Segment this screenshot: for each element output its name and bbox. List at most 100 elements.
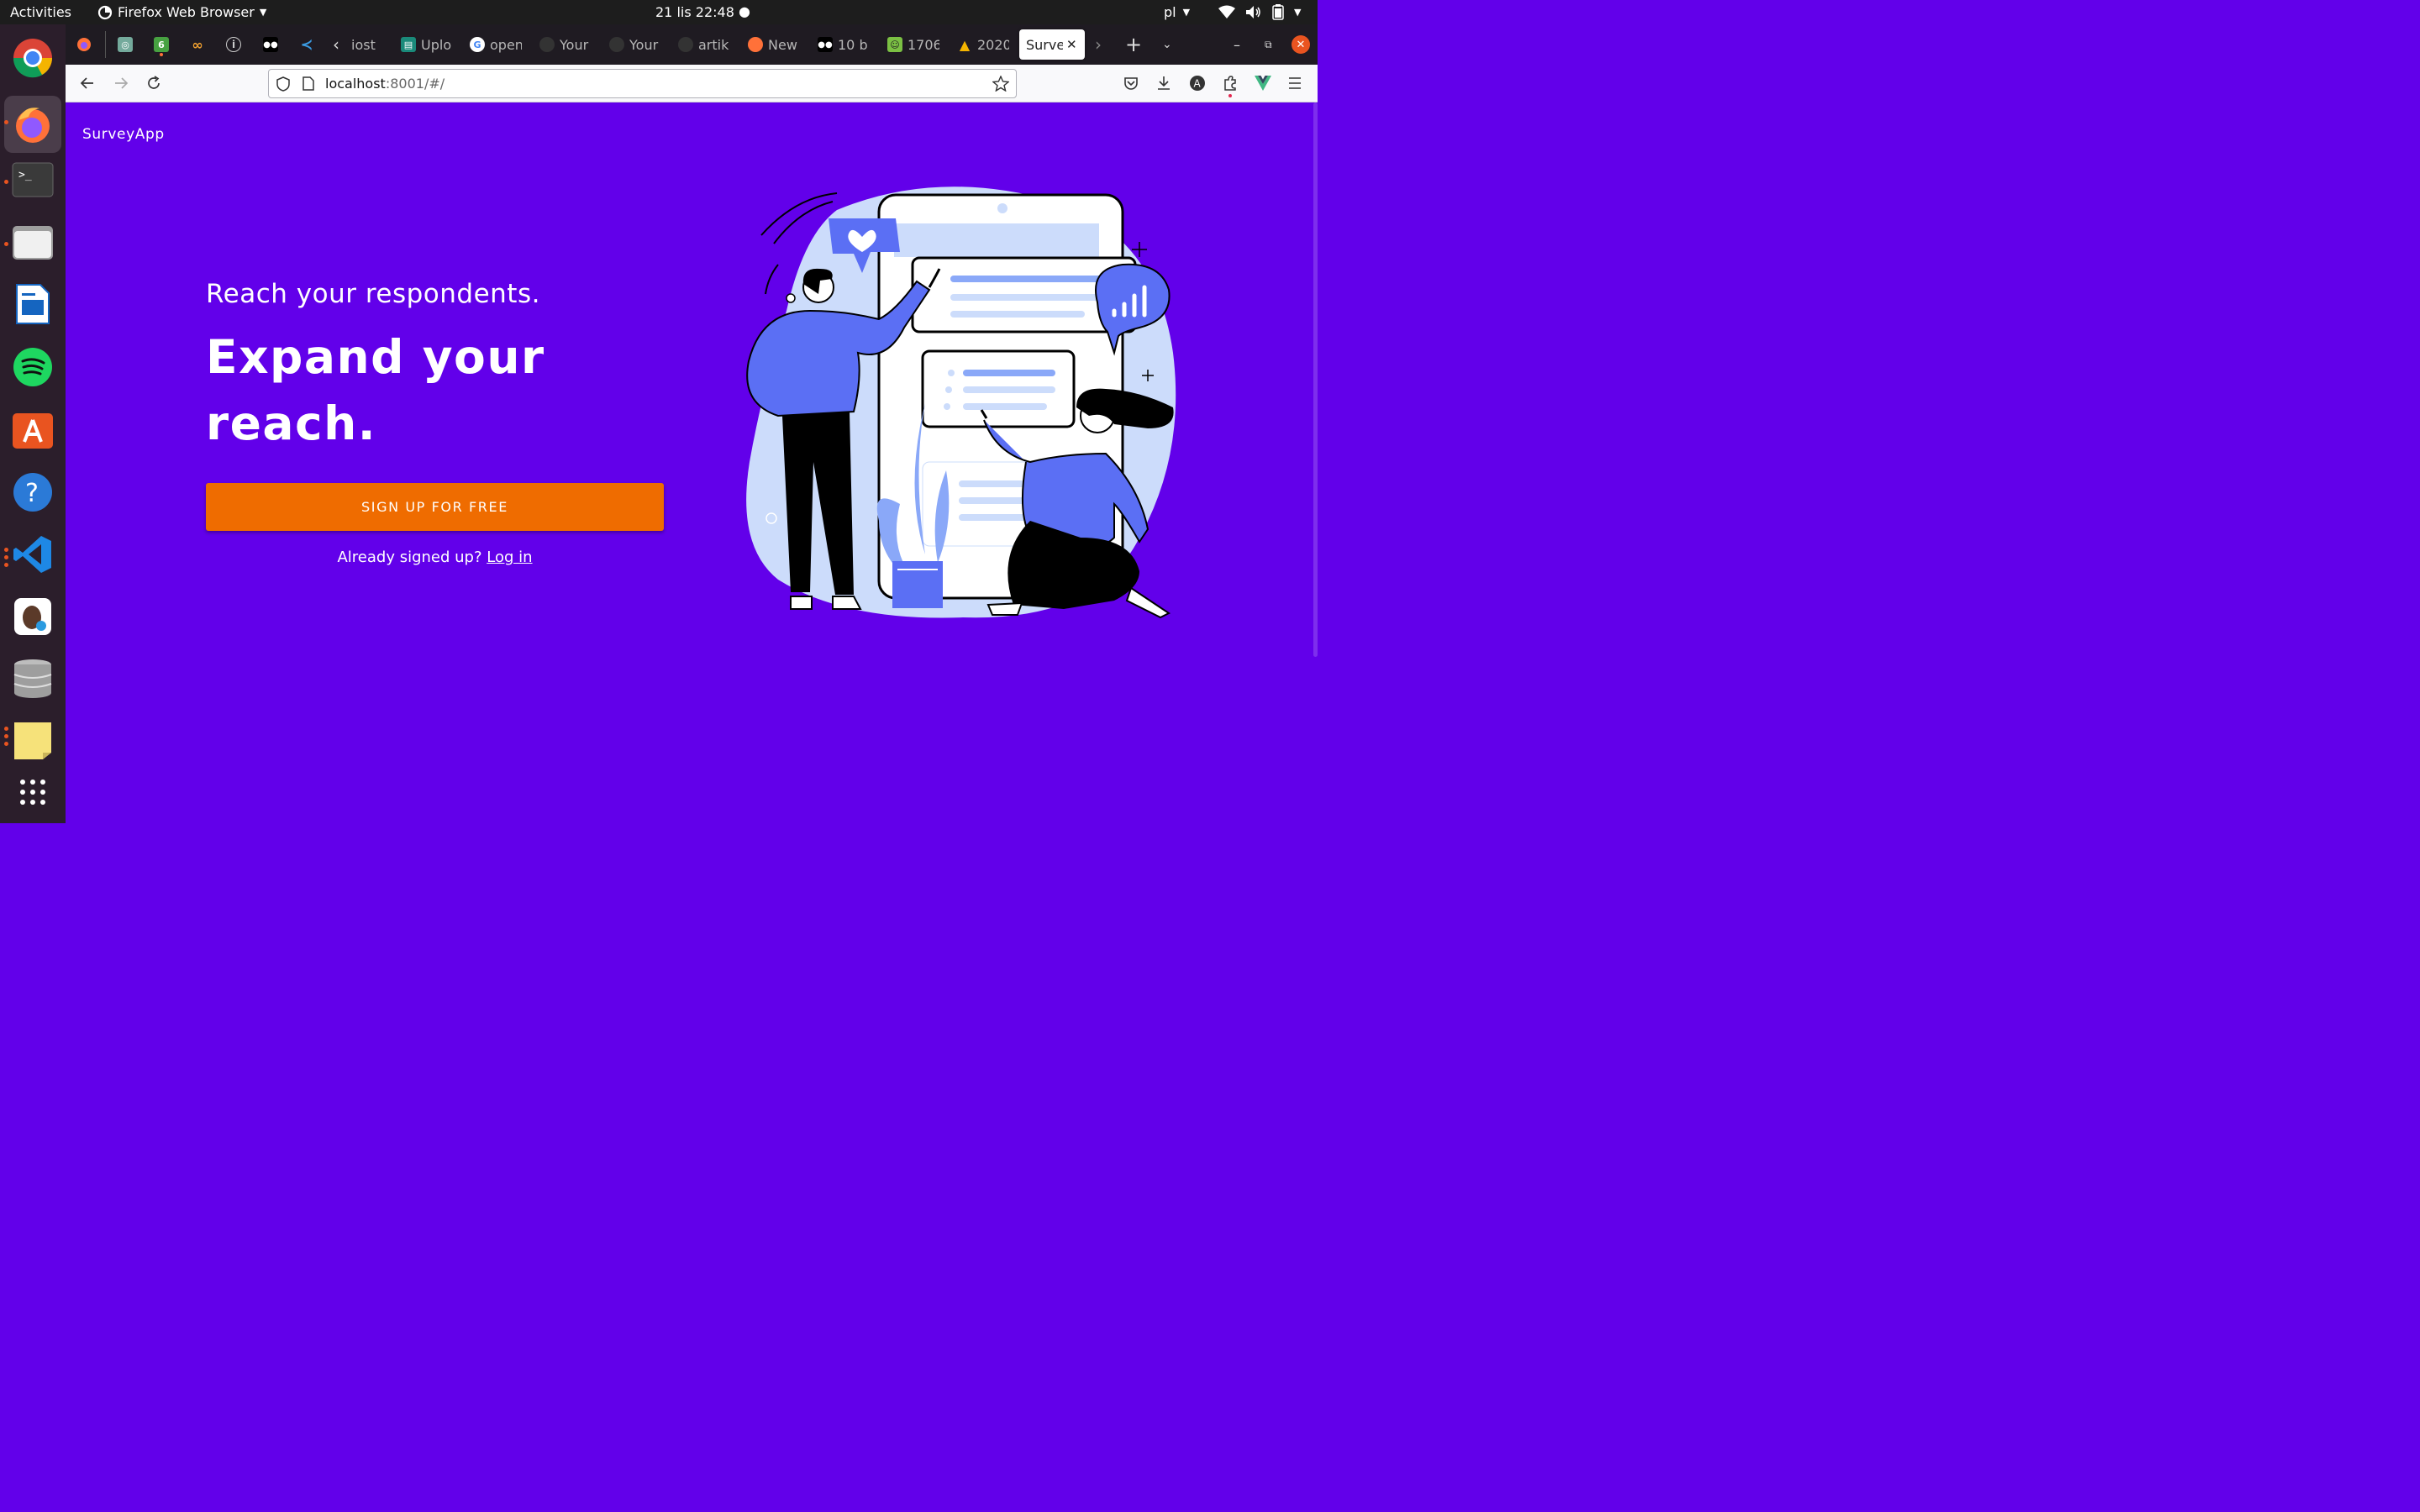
- pinned-tab-vscode[interactable]: ≺: [299, 29, 319, 60]
- reload-icon: [148, 76, 160, 89]
- arrow-right-icon: [115, 77, 129, 89]
- firefox-icon[interactable]: [4, 96, 61, 153]
- back-button[interactable]: [77, 73, 97, 93]
- pocket-button[interactable]: [1121, 73, 1141, 93]
- downloads-button[interactable]: [1154, 73, 1174, 93]
- vue-devtools-button[interactable]: [1253, 73, 1273, 93]
- writer-icon[interactable]: [12, 283, 54, 325]
- tab-7[interactable]: ●● 10 b: [818, 29, 870, 60]
- scroll-tabs-left-button[interactable]: ‹: [333, 29, 339, 60]
- sign-up-button[interactable]: SIGN UP FOR FREE: [206, 483, 664, 531]
- minimize-button[interactable]: –: [1234, 29, 1240, 60]
- github-icon: [678, 37, 693, 52]
- scrollbar[interactable]: [1313, 102, 1318, 657]
- reload-button[interactable]: [144, 73, 164, 93]
- pinned-tab-medium[interactable]: ●●: [263, 29, 283, 60]
- star-icon[interactable]: [992, 76, 1009, 92]
- wifi-icon[interactable]: [1218, 5, 1235, 19]
- forward-button[interactable]: [111, 73, 131, 93]
- extensions-button[interactable]: [1220, 73, 1240, 93]
- running-indicator: [4, 563, 8, 567]
- clock[interactable]: 21 lis 22:48: [655, 4, 734, 20]
- pinned-tab-info[interactable]: i: [226, 29, 246, 60]
- plus-icon: +: [1125, 33, 1143, 56]
- notes-icon[interactable]: [12, 720, 54, 762]
- hero-headline: Expand your reach.: [206, 330, 545, 450]
- app-menu-button[interactable]: [1285, 73, 1305, 93]
- chevron-left-icon: ‹: [333, 34, 339, 55]
- firefox-view-button[interactable]: [76, 29, 92, 60]
- system-top-bar: Activities Firefox Web Browser ▼ 21 lis …: [0, 0, 1318, 24]
- spotify-icon[interactable]: [12, 346, 54, 388]
- tab-6[interactable]: New: [748, 29, 800, 60]
- language-label: pl: [1164, 4, 1176, 20]
- infinity-icon: ∞: [192, 36, 203, 53]
- vue-icon: [1255, 76, 1271, 91]
- brand-logo[interactable]: SurveyApp: [82, 126, 165, 143]
- pinned-tab-chatgpt[interactable]: ◎: [118, 29, 138, 60]
- chevron-right-icon: ›: [1095, 34, 1102, 55]
- tab-label: 1706: [908, 36, 939, 53]
- running-indicator: [4, 727, 8, 731]
- tab-2[interactable]: Gopen: [470, 29, 522, 60]
- dbeaver-icon[interactable]: [12, 596, 54, 638]
- tab-active[interactable]: Surve ✕: [1019, 29, 1085, 60]
- page-icon[interactable]: [302, 76, 314, 91]
- app-center-icon[interactable]: [12, 408, 54, 450]
- tab-label: Your: [560, 36, 589, 53]
- close-tab-icon[interactable]: ✕: [1066, 37, 1077, 52]
- google-icon: G: [470, 37, 485, 52]
- vscode-tab-icon: ≺: [300, 35, 313, 54]
- url-text[interactable]: localhost:8001/#/: [325, 76, 445, 92]
- account-button[interactable]: A: [1187, 73, 1207, 93]
- maximize-button[interactable]: ⧉: [1265, 29, 1272, 60]
- page-content: SurveyApp Reach your respondents. Expand…: [66, 102, 1318, 823]
- list-all-tabs-button[interactable]: ⌄: [1162, 29, 1172, 60]
- battery-icon[interactable]: [1272, 4, 1284, 20]
- smiley-icon: ☺: [887, 37, 902, 52]
- terminal-icon[interactable]: >_: [12, 159, 54, 201]
- tab-label: open: [490, 36, 522, 53]
- hero-illustration: [746, 186, 1176, 619]
- firefox-small-icon: [97, 5, 113, 19]
- new-tab-button[interactable]: +: [1125, 29, 1142, 60]
- help-icon[interactable]: ?: [12, 471, 54, 513]
- upload-icon: ▤: [401, 37, 416, 52]
- tab-label: Your: [629, 36, 659, 53]
- running-indicator: [4, 120, 8, 124]
- tab-3[interactable]: Your: [539, 29, 592, 60]
- restore-icon: ⧉: [1265, 38, 1272, 50]
- database-icon[interactable]: [12, 658, 54, 700]
- tab-attention-dot: [160, 53, 163, 56]
- info-icon: i: [226, 37, 241, 52]
- tab-label: artik: [698, 36, 729, 53]
- pinned-tab-infinity[interactable]: ∞: [190, 29, 210, 60]
- vscode-icon[interactable]: [12, 533, 54, 575]
- show-apps-icon[interactable]: [12, 771, 54, 813]
- volume-icon[interactable]: [1245, 5, 1262, 19]
- tab-5[interactable]: artik: [678, 29, 730, 60]
- scroll-tabs-right-button[interactable]: ›: [1095, 29, 1102, 60]
- app-menu[interactable]: Firefox Web Browser ▼: [97, 4, 266, 20]
- log-in-link[interactable]: Log in: [487, 549, 532, 566]
- pinned-tab-overleaf[interactable]: 6: [154, 29, 174, 60]
- language-selector[interactable]: pl ▼: [1164, 4, 1190, 20]
- tab-9[interactable]: ▲ 2020: [957, 29, 1009, 60]
- tab-0[interactable]: iost: [351, 29, 383, 60]
- chevron-down-icon[interactable]: ▼: [1294, 7, 1301, 18]
- tab-8[interactable]: ☺ 1706: [887, 29, 939, 60]
- url-bar[interactable]: localhost:8001/#/: [268, 69, 1017, 98]
- tab-1[interactable]: ▤ Uplo: [401, 29, 451, 60]
- url-host: localhost: [325, 76, 386, 92]
- running-indicator: [4, 548, 8, 552]
- github-icon: [539, 37, 555, 52]
- tab-label: iost: [351, 36, 376, 53]
- files-icon[interactable]: [12, 221, 54, 263]
- close-window-button[interactable]: ✕: [1292, 35, 1310, 54]
- github-icon: [609, 37, 624, 52]
- shield-icon[interactable]: [276, 76, 290, 92]
- hamburger-icon: [1289, 77, 1301, 89]
- tab-4[interactable]: Your: [609, 29, 661, 60]
- chrome-icon[interactable]: [12, 37, 54, 79]
- activities-button[interactable]: Activities: [10, 4, 71, 20]
